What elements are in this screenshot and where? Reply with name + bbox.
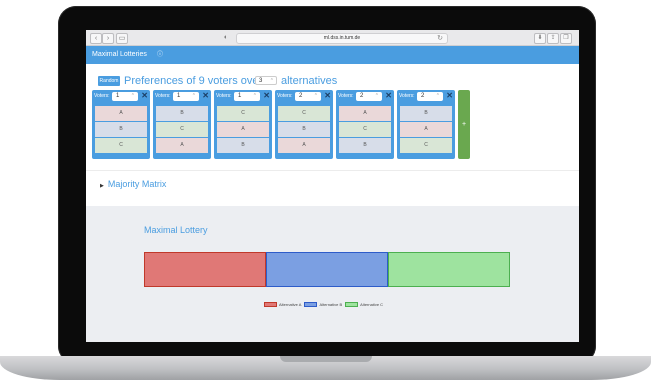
voters-label: Voters: [216, 93, 232, 99]
ranking-list: BAC [400, 106, 452, 154]
close-icon[interactable]: ✕ [446, 91, 453, 100]
expand-icon: ▶ [100, 183, 104, 189]
legend-label: Alternative B [319, 302, 343, 307]
ranking-item[interactable]: A [217, 122, 269, 137]
ranking-item[interactable]: B [278, 122, 330, 137]
close-icon[interactable]: ✕ [385, 91, 392, 100]
download-icon[interactable]: ⬇ [534, 33, 546, 44]
browser-chrome: ‹ › ▭ ◐ ml.dss.in.tum.de ↻ ⬇ ⇪ ❐ [86, 30, 579, 46]
ranking-item[interactable]: B [339, 138, 391, 153]
lottery-segment [266, 252, 388, 287]
ballot-card[interactable]: Voters: 1 ⌃ ✕ B C A [153, 90, 211, 159]
ranking-item[interactable]: B [95, 122, 147, 137]
voters-count-stepper[interactable]: 2 ⌃ [295, 92, 321, 101]
voters-label: Voters: [155, 93, 171, 99]
ranking-list: ACB [339, 106, 391, 154]
voters-count: 1 [116, 93, 120, 99]
ballot-card[interactable]: Voters: 1 ⌃ ✕ C A B [214, 90, 272, 159]
voters-label: Voters: [94, 93, 110, 99]
laptop-notch [280, 356, 372, 362]
ranking-list: CBA [278, 106, 330, 154]
voters-count-stepper[interactable]: 2 ⌃ [356, 92, 382, 101]
legend-label: Alternative C [360, 302, 384, 307]
ballot-card[interactable]: Voters: 2 ⌃ ✕ C B A [275, 90, 333, 159]
ranking-list: BCA [156, 106, 208, 154]
lottery-legend: Alternative A Alternative B Alternative C [261, 302, 384, 308]
voters-count-stepper[interactable]: 2 ⌃ [417, 92, 443, 101]
back-button[interactable]: ‹ [90, 33, 102, 44]
screen: ‹ › ▭ ◐ ml.dss.in.tum.de ↻ ⬇ ⇪ ❐ Maximal… [86, 30, 579, 342]
share-icon[interactable]: ⇪ [547, 33, 559, 44]
ranking-item[interactable]: C [156, 122, 208, 137]
stepper-icon: ⌃ [435, 93, 440, 99]
voters-count-stepper[interactable]: 1 ⌃ [173, 92, 199, 101]
tabs-icon[interactable]: ❐ [560, 33, 572, 44]
majority-matrix-label: Majority Matrix [107, 179, 167, 189]
info-icon[interactable]: ⓘ [157, 46, 163, 64]
legend-label: Alternative A [279, 302, 302, 307]
close-icon[interactable]: ✕ [263, 91, 270, 100]
majority-matrix-toggle[interactable]: ▶ Majority Matrix [100, 179, 166, 189]
divider [86, 170, 579, 171]
ranking-item[interactable]: A [278, 138, 330, 153]
ranking-item[interactable]: A [339, 106, 391, 121]
stepper-icon: ⌃ [374, 93, 379, 99]
ranking-item[interactable]: C [278, 106, 330, 121]
close-icon[interactable]: ✕ [324, 91, 331, 100]
app-title: Maximal Lotteries [92, 51, 147, 58]
ballot-card[interactable]: Voters: 2 ⌃ ✕ A C B [336, 90, 394, 159]
ranking-item[interactable]: B [156, 106, 208, 121]
ranking-item[interactable]: A [95, 106, 147, 121]
voters-label: Voters: [399, 93, 415, 99]
url-text: ml.dss.in.tum.de [323, 35, 361, 41]
ranking-item[interactable]: C [339, 122, 391, 137]
ranking-item[interactable]: A [400, 122, 452, 137]
legend-swatch [304, 302, 318, 308]
stepper-icon: ⌃ [252, 93, 257, 99]
ranking-item[interactable]: C [95, 138, 147, 153]
legend-swatch [264, 302, 277, 308]
legend-swatch [345, 302, 359, 308]
forward-button[interactable]: › [102, 33, 114, 44]
stepper-icon: ⌃ [269, 78, 274, 84]
ranking-item[interactable]: C [400, 138, 452, 153]
reload-icon[interactable]: ↻ [437, 34, 443, 43]
stepper-icon: ⌃ [313, 93, 318, 99]
voters-label: Voters: [277, 93, 293, 99]
ballot-card[interactable]: Voters: 2 ⌃ ✕ B A C [397, 90, 455, 159]
ranking-list: CAB [217, 106, 269, 154]
stepper-icon: ⌃ [130, 93, 135, 99]
voters-label: Voters: [338, 93, 354, 99]
ballot-card[interactable]: Voters: 1 ⌃ ✕ A B C [92, 90, 150, 159]
sidebar-icon[interactable]: ▭ [116, 33, 128, 44]
ranking-item[interactable]: C [217, 106, 269, 121]
voters-count: 2 [421, 93, 425, 99]
random-button[interactable]: Random [98, 76, 120, 86]
url-bar[interactable]: ml.dss.in.tum.de ↻ [236, 33, 448, 44]
add-ballot-button[interactable]: + [458, 90, 470, 159]
ranking-list: ABC [95, 106, 147, 154]
voters-count: 1 [238, 93, 242, 99]
ranking-item[interactable]: A [156, 138, 208, 153]
alternatives-count: 3 [259, 78, 263, 84]
ranking-item[interactable]: B [400, 106, 452, 121]
close-icon[interactable]: ✕ [141, 91, 148, 100]
voters-count: 1 [177, 93, 181, 99]
voters-count: 2 [299, 93, 303, 99]
voters-count-stepper[interactable]: 1 ⌃ [112, 92, 138, 101]
lottery-section: Maximal Lottery Alternative A Alternative… [86, 206, 579, 342]
app-header: Maximal Lotteries ⓘ [86, 46, 579, 64]
privacy-icon[interactable]: ◐ [221, 33, 231, 42]
lottery-segment [144, 252, 266, 287]
lottery-title: Maximal Lottery [144, 225, 208, 235]
stepper-icon: ⌃ [191, 93, 196, 99]
voters-count-stepper[interactable]: 1 ⌃ [234, 92, 260, 101]
close-icon[interactable]: ✕ [202, 91, 209, 100]
lottery-segment [388, 252, 510, 287]
preferences-heading-prefix: Preferences of 9 voters over [124, 75, 263, 87]
ranking-item[interactable]: B [217, 138, 269, 153]
alternatives-select[interactable]: 3 ⌃ [255, 76, 277, 85]
preferences-heading-suffix: alternatives [281, 75, 338, 87]
voters-count: 2 [360, 93, 364, 99]
